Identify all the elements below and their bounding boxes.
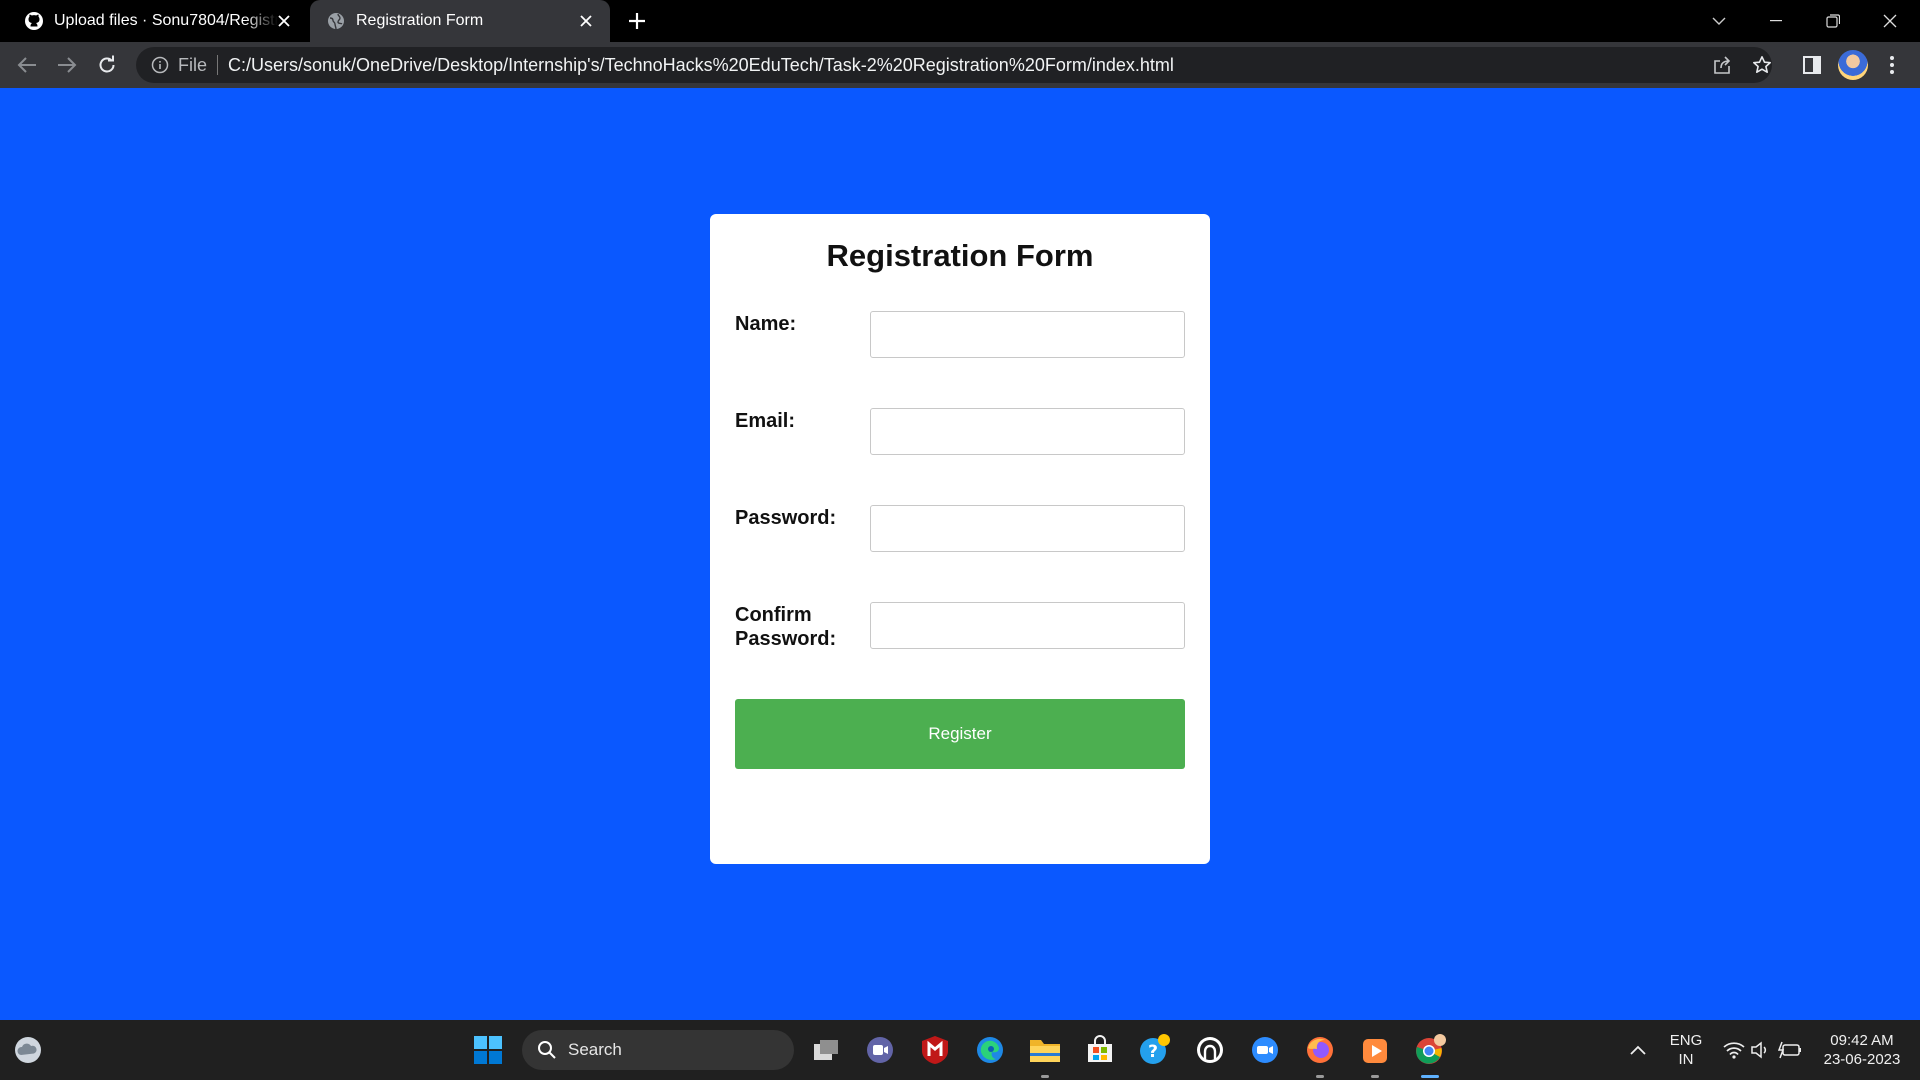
url-text[interactable]: C:/Users/sonuk/OneDrive/Desktop/Internsh… bbox=[228, 55, 1174, 76]
running-indicator bbox=[1041, 1075, 1049, 1078]
github-icon bbox=[24, 11, 44, 31]
address-bar[interactable]: File C:/Users/sonuk/OneDrive/Desktop/Int… bbox=[136, 47, 1772, 83]
confirm-password-label: Confirm Password: bbox=[735, 604, 837, 650]
tab-title: Registration Form bbox=[356, 12, 484, 29]
registration-form-card: Registration Form Name: Email: Password:… bbox=[710, 214, 1210, 864]
edge-browser-icon[interactable] bbox=[972, 1032, 1008, 1068]
weather-icon[interactable] bbox=[10, 1032, 46, 1068]
clock-time: 09:42 AM bbox=[1830, 1032, 1894, 1049]
file-explorer-icon[interactable] bbox=[1027, 1032, 1063, 1068]
close-window-icon[interactable] bbox=[1870, 6, 1910, 36]
name-label: Name: bbox=[735, 313, 797, 335]
minimize-icon[interactable] bbox=[1756, 6, 1796, 36]
browser-tab-strip: Upload files · Sonu7804/Registration-For… bbox=[0, 0, 1920, 42]
globe-icon bbox=[326, 11, 346, 31]
battery-charging-icon[interactable] bbox=[1772, 1032, 1808, 1068]
restore-icon[interactable] bbox=[1813, 6, 1853, 36]
get-help-icon[interactable]: ? bbox=[1137, 1032, 1173, 1068]
close-tab-icon[interactable] bbox=[576, 11, 596, 31]
running-indicator bbox=[1371, 1075, 1379, 1078]
active-app-indicator bbox=[1421, 1075, 1439, 1078]
region-code: IN bbox=[1678, 1051, 1694, 1068]
github-desktop-icon[interactable] bbox=[1192, 1032, 1228, 1068]
task-view-icon[interactable] bbox=[808, 1032, 844, 1068]
windows-start-icon[interactable] bbox=[470, 1032, 506, 1068]
tab-search-chevron-icon[interactable] bbox=[1699, 6, 1739, 36]
clock-date: 23-06-2023 bbox=[1823, 1051, 1901, 1068]
bookmark-star-icon[interactable] bbox=[1748, 51, 1776, 79]
password-input[interactable] bbox=[870, 505, 1185, 552]
clock[interactable]: 09:42 AM 23-06-2023 bbox=[1814, 1031, 1910, 1069]
email-label: Email: bbox=[735, 410, 796, 432]
windows-taskbar: Search ? ENG IN 09:42 AM 23-06-2023 bbox=[0, 1020, 1920, 1080]
confirm-password-input[interactable] bbox=[870, 602, 1185, 649]
search-label: Search bbox=[568, 1040, 622, 1059]
mcafee-icon[interactable] bbox=[917, 1032, 953, 1068]
password-label: Password: bbox=[735, 507, 837, 529]
running-indicator bbox=[1316, 1075, 1324, 1078]
profile-avatar[interactable] bbox=[1838, 50, 1868, 80]
browser-toolbar: File C:/Users/sonuk/OneDrive/Desktop/Int… bbox=[0, 42, 1920, 88]
zoom-icon[interactable] bbox=[1247, 1032, 1283, 1068]
firefox-icon[interactable] bbox=[1302, 1032, 1338, 1068]
forward-arrow-icon[interactable] bbox=[53, 51, 81, 79]
tab-registration-form[interactable]: Registration Form bbox=[310, 0, 610, 42]
page-viewport: Registration Form Name: Email: Password:… bbox=[0, 88, 1920, 1020]
tab-title: Upload files · Sonu7804/Registration-For… bbox=[54, 12, 278, 29]
media-player-icon[interactable] bbox=[1357, 1032, 1393, 1068]
taskbar-search[interactable]: Search bbox=[522, 1030, 794, 1070]
chevron-up-icon[interactable] bbox=[1620, 1032, 1656, 1068]
search-icon bbox=[536, 1039, 558, 1061]
chrome-icon[interactable] bbox=[1412, 1032, 1448, 1068]
info-icon[interactable] bbox=[150, 55, 170, 75]
form-title: Registration Form bbox=[826, 238, 1094, 273]
input-language-indicator[interactable]: ENG IN bbox=[1664, 1031, 1708, 1069]
email-input[interactable] bbox=[870, 408, 1185, 455]
reload-icon[interactable] bbox=[93, 51, 121, 79]
svg-text:?: ? bbox=[1148, 1042, 1158, 1062]
new-tab-icon[interactable] bbox=[624, 8, 650, 34]
teams-chat-icon[interactable] bbox=[862, 1032, 898, 1068]
microsoft-store-icon[interactable] bbox=[1082, 1032, 1118, 1068]
register-button[interactable]: Register bbox=[735, 699, 1185, 769]
language-code: ENG bbox=[1669, 1032, 1703, 1049]
tab-upload-files[interactable]: Upload files · Sonu7804/Registration-For… bbox=[12, 0, 308, 42]
more-menu-icon[interactable] bbox=[1878, 51, 1906, 79]
scheme-chip: File bbox=[178, 54, 208, 75]
close-tab-icon[interactable] bbox=[274, 11, 294, 31]
share-icon[interactable] bbox=[1708, 51, 1736, 79]
divider bbox=[217, 55, 219, 75]
side-panel-icon[interactable] bbox=[1798, 51, 1826, 79]
back-arrow-icon[interactable] bbox=[13, 51, 41, 79]
name-input[interactable] bbox=[870, 311, 1185, 358]
